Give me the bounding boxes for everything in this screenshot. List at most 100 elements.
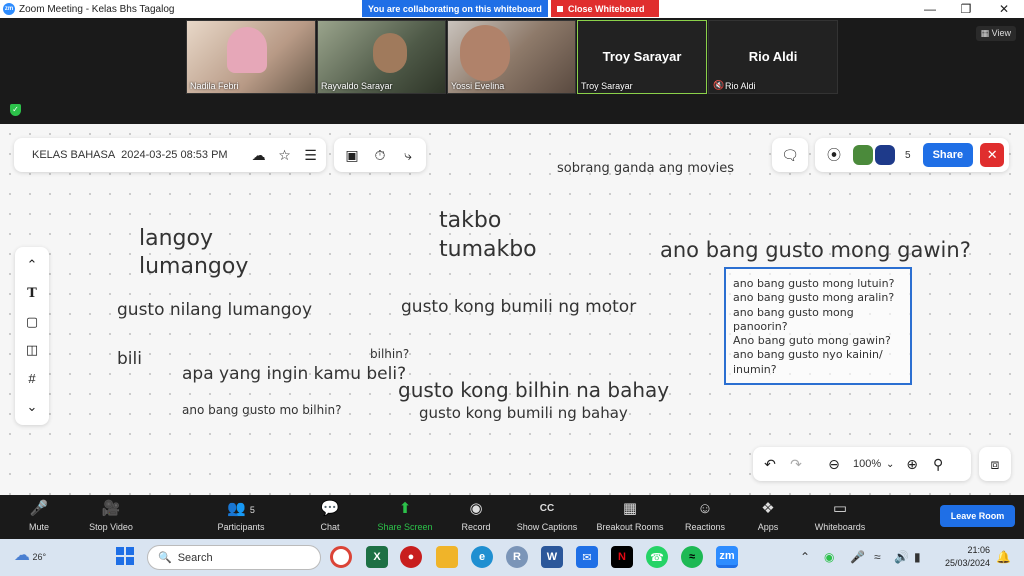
whiteboards-button[interactable]: ▭ Whiteboards	[801, 499, 879, 532]
board-text[interactable]: takbo	[439, 208, 501, 233]
chrome-icon[interactable]	[330, 546, 352, 568]
timer-icon[interactable]: ⏱	[367, 147, 393, 164]
board-text[interactable]: bili	[117, 349, 142, 369]
text-tool-icon[interactable]: T	[27, 286, 37, 301]
menu-icon[interactable]: ☰	[298, 147, 324, 164]
board-text[interactable]: apa yang ingin kamu beli?	[182, 364, 406, 384]
record-label: Record	[461, 522, 491, 532]
search-placeholder: Search	[177, 551, 213, 564]
board-text[interactable]: ano bang gusto mo bilhin?	[182, 403, 342, 417]
maximize-button[interactable]: ❐	[948, 0, 984, 18]
record-button[interactable]: ◉ Record	[437, 499, 515, 532]
minimize-button[interactable]: —	[912, 0, 948, 18]
wifi-icon[interactable]: ≈	[874, 550, 881, 564]
collaborator-avatar[interactable]	[875, 145, 895, 165]
board-text[interactable]: gusto nilang lumangoy	[117, 300, 312, 320]
status-indicator-icon[interactable]: ◉	[824, 550, 834, 564]
breakout-rooms-button[interactable]: ▦ Breakout Rooms	[591, 499, 669, 532]
collaborator-avatar[interactable]	[853, 145, 873, 165]
board-text[interactable]: gusto kong bumili ng bahay	[419, 404, 628, 422]
view-button[interactable]: ▦ View	[975, 26, 1016, 41]
zoom-out-icon[interactable]: ⊖	[821, 456, 847, 473]
edge-icon[interactable]: e	[471, 546, 493, 568]
video-tile-rio[interactable]: Rio Aldi Rio Aldi 🔇	[708, 20, 838, 94]
video-tile-yossi[interactable]: Yossi Evelina	[447, 20, 576, 94]
whiteboard-canvas[interactable]: KELAS BAHASA 2024-03-25 08:53 PM ☁ ☆ ☰ ▣…	[0, 124, 1024, 495]
r-app-icon[interactable]: R	[506, 546, 528, 568]
clock-time: 21:06	[967, 545, 990, 555]
whiteboard-title-panel: KELAS BAHASA 2024-03-25 08:53 PM ☁ ☆ ☰	[14, 138, 326, 172]
stop-video-button[interactable]: 🎥 Stop Video	[72, 499, 150, 532]
board-text[interactable]: bilhin?	[370, 347, 409, 361]
battery-icon[interactable]: ▮	[914, 550, 921, 564]
volume-icon[interactable]: 🔊	[894, 550, 909, 564]
mute-button[interactable]: 🎤 Mute	[0, 499, 78, 532]
board-text[interactable]: langoy	[139, 226, 213, 251]
expand-down-icon[interactable]: ⌄	[27, 399, 38, 415]
participants-icon: 👥	[227, 500, 246, 517]
box-line: Ano bang guto mong gawin?	[733, 334, 891, 348]
zoom-app-icon[interactable]: zm	[716, 546, 738, 568]
participants-button[interactable]: 👥 5 Participants	[202, 499, 280, 532]
board-text[interactable]: gusto kong bumili ng motor	[401, 297, 636, 317]
netflix-icon[interactable]: N	[611, 546, 633, 568]
board-text[interactable]: tumakbo	[439, 237, 537, 262]
board-text[interactable]: gusto kong bilhin na bahay	[398, 378, 669, 402]
taskbar-search[interactable]: 🔍 Search	[147, 545, 321, 570]
chat-button[interactable]: 💬 Chat	[291, 499, 369, 532]
box-line: ano bang gusto mong	[733, 305, 854, 319]
share-screen-button[interactable]: ⬆ Share Screen	[366, 499, 444, 532]
zoom-level[interactable]: 100%	[853, 458, 881, 470]
board-text[interactable]: ano bang gusto mong gawin?	[660, 238, 971, 262]
star-icon[interactable]: ☆	[272, 147, 298, 164]
present-icon[interactable]: ▣	[339, 147, 365, 164]
taskbar-clock[interactable]: 21:06 25/03/2024	[936, 544, 990, 570]
leave-room-button[interactable]: Leave Room	[940, 505, 1015, 527]
box-line: inumin?	[733, 362, 777, 376]
redo-icon[interactable]: ↷	[783, 456, 809, 473]
video-tile-nadila[interactable]: Nadila Febri	[186, 20, 316, 94]
close-window-button[interactable]: ✕	[986, 0, 1022, 18]
chevron-down-icon[interactable]: ⌄	[881, 459, 899, 470]
start-button[interactable]	[116, 547, 134, 565]
zoom-in-icon[interactable]: ⊕	[899, 456, 925, 473]
undo-icon[interactable]: ↶	[757, 456, 783, 473]
frame-tool-icon[interactable]: #	[28, 371, 35, 386]
show-captions-button[interactable]: CC Show Captions	[508, 499, 586, 532]
video-tile-troy[interactable]: Troy Sarayar Troy Sarayar	[577, 20, 707, 94]
follow-icon[interactable]: ⦿	[821, 145, 847, 165]
participant-name: Rayvaldo Sarayar	[321, 81, 393, 91]
participants-count: 5	[249, 505, 255, 515]
word-icon[interactable]: W	[541, 546, 563, 568]
microphone-tray-icon[interactable]: 🎤	[850, 550, 865, 564]
mail-icon[interactable]: ✉	[576, 546, 598, 568]
file-explorer-icon[interactable]	[436, 546, 458, 568]
weather-widget[interactable]: ☁ 26°	[14, 545, 46, 565]
location-icon[interactable]: ⚲	[925, 456, 951, 473]
excel-icon[interactable]: X	[366, 546, 388, 568]
side-toolbar: ⌃ T ▢ ◫ # ⌄	[15, 247, 49, 425]
close-board-button[interactable]: ✕	[980, 143, 1005, 167]
close-whiteboard-button[interactable]: Close Whiteboard	[551, 0, 659, 17]
selected-text-box[interactable]: ano bang gusto mong lutuin? ano bang gus…	[724, 267, 912, 385]
record-app-icon[interactable]: ●	[400, 546, 422, 568]
cloud-save-icon[interactable]: ☁	[246, 147, 272, 164]
comment-icon[interactable]: 🗨	[777, 147, 803, 164]
sticky-note-icon[interactable]: ▢	[26, 314, 38, 330]
chevron-up-icon[interactable]: ⌃	[800, 550, 810, 564]
chat-label: Chat	[320, 522, 340, 532]
comment-tool-icon[interactable]: ◫	[26, 342, 38, 358]
whiteboard-title[interactable]: KELAS BAHASA	[32, 149, 115, 161]
board-text[interactable]: lumangoy	[139, 254, 248, 279]
laser-pointer-icon[interactable]: ⤷	[395, 147, 421, 164]
notification-bell-icon[interactable]: 🔔	[996, 550, 1011, 564]
video-tile-rayvaldo[interactable]: Rayvaldo Sarayar	[317, 20, 446, 94]
apps-button[interactable]: ❖ Apps	[729, 499, 807, 532]
share-button[interactable]: Share	[922, 143, 974, 167]
box-line: ano bang gusto mong aralin?	[733, 291, 895, 305]
collapse-up-icon[interactable]: ⌃	[27, 257, 38, 273]
board-text[interactable]: sobrang ganda ang movies	[557, 161, 734, 176]
whatsapp-icon[interactable]: ☎	[646, 546, 668, 568]
spotify-icon[interactable]: ≈	[681, 546, 703, 568]
minimap-icon[interactable]: ⧈	[982, 456, 1008, 473]
